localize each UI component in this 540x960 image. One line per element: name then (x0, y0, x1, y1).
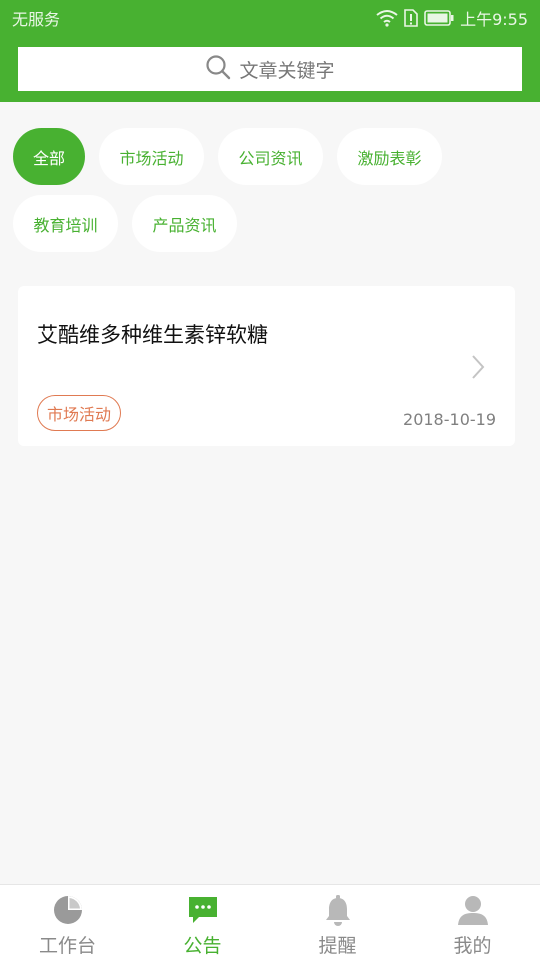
search-placeholder: 文章关键字 (239, 59, 335, 82)
tab-label: 提醒 (318, 935, 357, 957)
status-icons: 上午9:55 (376, 6, 528, 30)
article-title: 艾酷维多种维生素锌软糖 (37, 323, 268, 347)
header: 文章关键字 (0, 36, 540, 102)
category-chip-label: 教育培训 (33, 215, 98, 235)
tab-label: 公告 (183, 935, 222, 957)
battery-icon (424, 10, 454, 26)
pie-chart-icon (52, 893, 84, 927)
tab-profile[interactable]: 我的 (405, 885, 540, 960)
category-chip-label: 激励表彰 (357, 148, 422, 168)
category-chip-label: 产品资讯 (152, 215, 217, 235)
article-card[interactable]: 艾酷维多种维生素锌软糖 市场活动 2018-10-19 (18, 286, 515, 446)
clock-text: 上午9:55 (460, 10, 528, 29)
category-chip-market[interactable]: 市场活动 (99, 128, 204, 185)
sim-alert-icon (404, 9, 418, 27)
category-chip-product-news[interactable]: 产品资讯 (132, 195, 237, 252)
category-chip-training[interactable]: 教育培训 (13, 195, 118, 252)
category-chip-label: 公司资讯 (238, 148, 303, 168)
category-chip-label: 全部 (32, 148, 65, 168)
tab-announcements[interactable]: 公告 (135, 885, 270, 960)
tab-reminders[interactable]: 提醒 (270, 885, 405, 960)
category-chip-all[interactable]: 全部 (13, 128, 85, 185)
article-tag: 市场活动 (37, 395, 121, 431)
search-box[interactable]: 文章关键字 (18, 47, 522, 91)
tab-label: 我的 (453, 935, 492, 957)
category-chip-awards[interactable]: 激励表彰 (337, 128, 442, 185)
bell-icon (323, 893, 353, 927)
category-chip-company-news[interactable]: 公司资讯 (218, 128, 323, 185)
wifi-icon (376, 9, 398, 27)
category-chip-label: 市场活动 (119, 148, 184, 168)
carrier-text: 无服务 (12, 10, 61, 29)
tab-workbench[interactable]: 工作台 (0, 885, 135, 960)
search-icon (205, 54, 231, 85)
article-date: 2018-10-19 (403, 410, 496, 429)
message-icon (187, 893, 219, 927)
chevron-right-icon (471, 354, 485, 384)
person-icon (457, 893, 489, 927)
status-bar: 无服务 上午9:55 (0, 0, 540, 36)
tab-label: 工作台 (38, 935, 96, 957)
bottom-tab-bar: 工作台 公告 提醒 我的 (0, 884, 540, 960)
